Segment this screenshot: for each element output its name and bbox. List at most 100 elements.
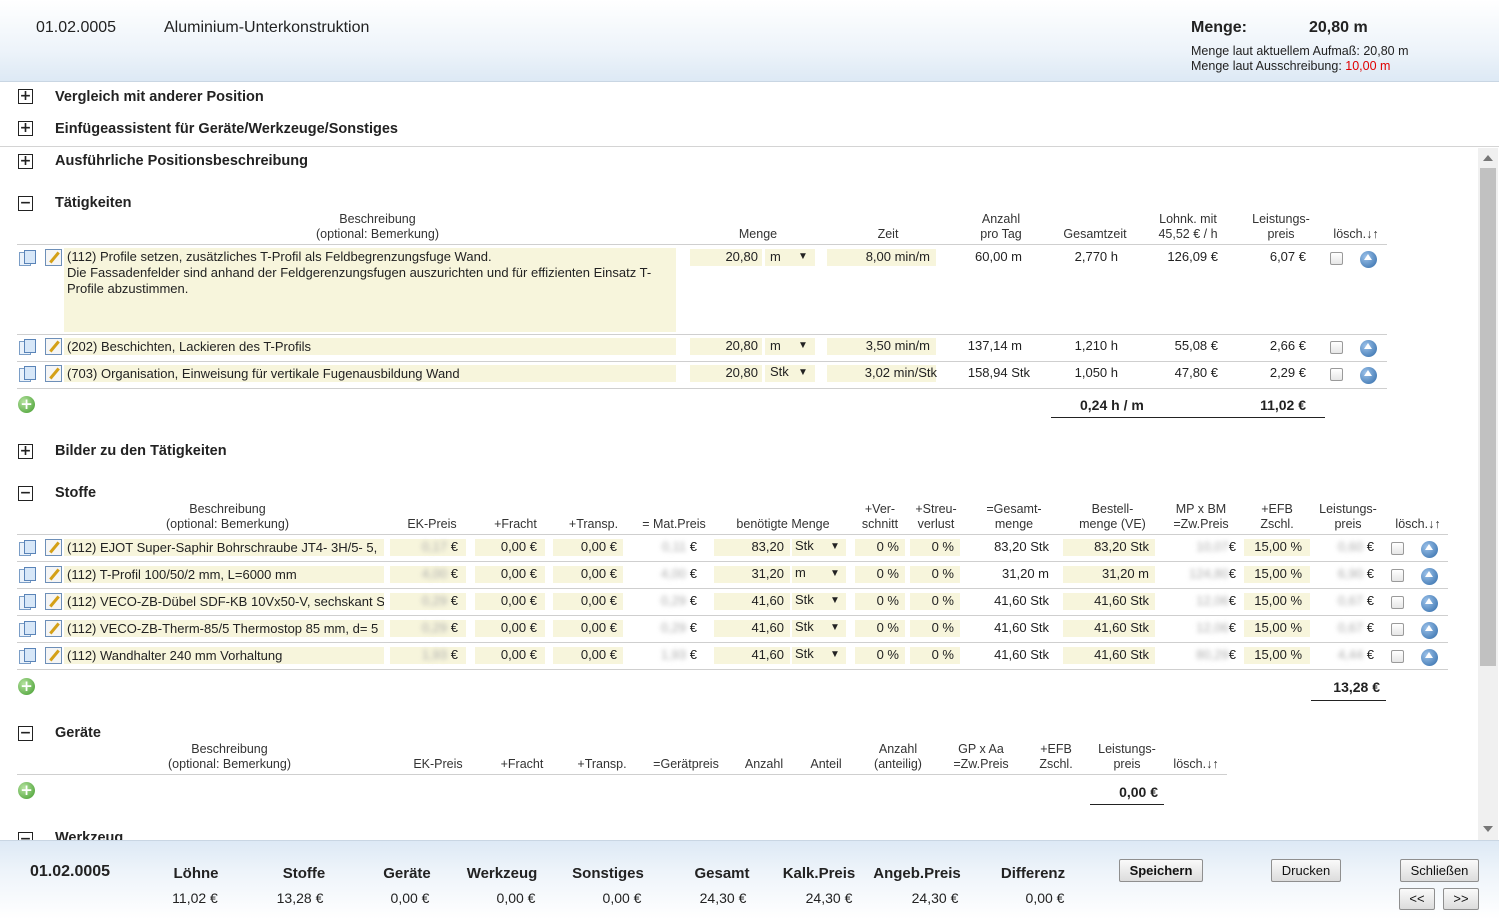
- copy-icon[interactable]: [18, 567, 36, 583]
- menge-value: 20,80 m: [1309, 19, 1368, 36]
- edit-icon[interactable]: [45, 338, 62, 355]
- delete-checkbox[interactable]: [1330, 252, 1343, 265]
- expand-toggle-vergleich[interactable]: +: [18, 89, 33, 104]
- chevron-down-icon[interactable]: ▼: [798, 367, 808, 378]
- expand-toggle-einfuege[interactable]: +: [18, 121, 33, 136]
- delete-checkbox[interactable]: [1330, 341, 1343, 354]
- position-title: Aluminium-Unterkonstruktion: [164, 19, 370, 36]
- section-title-bilder[interactable]: Bilder zu den Tätigkeiten: [55, 443, 227, 459]
- delete-checkbox[interactable]: [1391, 569, 1404, 582]
- section-vergleich[interactable]: + Vergleich mit anderer Position: [0, 82, 1499, 115]
- delete-checkbox[interactable]: [1391, 650, 1404, 663]
- leistungspreis-value: 2,66 €: [1269, 338, 1306, 353]
- col-header-fracht: +Fracht: [494, 517, 537, 531]
- stoff-desc-field[interactable]: (112) EJOT Super-Saphir Bohrschraube JT4…: [64, 539, 384, 556]
- section-einfuege[interactable]: + Einfügeassistent für Geräte/Werkzeuge/…: [0, 114, 1499, 147]
- add-stoff-icon[interactable]: +: [18, 678, 35, 695]
- streuverlust-value: 0 %: [931, 647, 954, 662]
- close-button[interactable]: Schließen: [1400, 859, 1479, 882]
- copy-icon[interactable]: [18, 621, 36, 637]
- print-button[interactable]: Drucken: [1271, 859, 1341, 882]
- move-up-icon[interactable]: [1421, 568, 1438, 585]
- col-header-mp-x-bm: MP x BM =Zw.Preis: [1173, 502, 1229, 531]
- edit-icon[interactable]: [45, 566, 62, 583]
- copy-icon[interactable]: [18, 366, 36, 382]
- col-header-loesch[interactable]: lösch.↓↑: [1328, 227, 1384, 242]
- move-up-icon[interactable]: [1360, 251, 1377, 268]
- section-title-ausfuehrlich[interactable]: Ausführliche Positionsbeschreibung: [55, 153, 308, 169]
- edit-icon[interactable]: [45, 647, 62, 664]
- fracht-value: 0,00 €: [500, 647, 537, 662]
- collapse-toggle-geraete[interactable]: −: [18, 726, 33, 741]
- taetigkeit-desc-field[interactable]: (202) Beschichten, Lackieren des T-Profi…: [64, 338, 676, 355]
- col-header-zeit: Zeit: [877, 227, 899, 241]
- content-scroll-area: + Ausführliche Positionsbeschreibung − T…: [0, 148, 1499, 840]
- delete-checkbox[interactable]: [1330, 368, 1343, 381]
- ausschreibung-value: 10,00 m: [1345, 59, 1391, 73]
- chevron-down-icon[interactable]: ▼: [830, 622, 840, 633]
- taetigkeit-desc-field[interactable]: (703) Organisation, Einweisung für verti…: [64, 365, 676, 382]
- collapse-toggle-stoffe[interactable]: −: [18, 486, 33, 501]
- gesamtmenge-value: 41,60 Stk: [994, 647, 1049, 662]
- collapse-toggle-werkzeug[interactable]: −: [18, 832, 33, 840]
- next-position-button[interactable]: >>: [1443, 888, 1479, 910]
- copy-icon[interactable]: [18, 540, 36, 556]
- move-up-icon[interactable]: [1360, 367, 1377, 384]
- expand-toggle-ausfuehrlich[interactable]: +: [18, 154, 33, 169]
- expand-toggle-bilder[interactable]: +: [18, 444, 33, 459]
- col-header-loesch[interactable]: lösch.↓↑: [1390, 517, 1446, 532]
- add-taetigkeit-icon[interactable]: +: [18, 396, 35, 413]
- scroll-down-icon[interactable]: [1483, 826, 1493, 832]
- edit-icon[interactable]: [45, 249, 62, 266]
- collapse-toggle-taetigkeiten[interactable]: −: [18, 196, 33, 211]
- edit-icon[interactable]: [45, 365, 62, 382]
- move-up-icon[interactable]: [1421, 622, 1438, 639]
- scroll-up-icon[interactable]: [1483, 155, 1493, 161]
- matpreis-value: 0,11 €: [661, 539, 697, 554]
- col-header-loesch[interactable]: lösch.↓↑: [1168, 757, 1224, 772]
- stoff-desc-field[interactable]: (112) VECO-ZB-Dübel SDF-KB 10Vx50-V, sec…: [64, 593, 384, 610]
- copy-icon[interactable]: [18, 250, 36, 266]
- taetigkeit-desc-field[interactable]: (112) Profile setzen, zusätzliches T-Pro…: [64, 248, 676, 332]
- gesamtzeit-value: 1,210 h: [1074, 338, 1118, 353]
- menge-value: 20,80: [725, 249, 758, 264]
- bestellmenge-value: 41,60 Stk: [1094, 647, 1149, 662]
- save-button[interactable]: Speichern: [1119, 859, 1203, 882]
- col-header-transp: +Transp.: [568, 517, 619, 531]
- chevron-down-icon[interactable]: ▼: [798, 340, 808, 351]
- add-geraet-icon[interactable]: +: [18, 782, 35, 799]
- leistungspreis-value: 6,90 €: [1337, 566, 1374, 581]
- stoff-desc-field[interactable]: (112) Wandhalter 240 mm Vorhaltung: [64, 647, 384, 664]
- section-title-werkzeug: Werkzeug: [55, 830, 124, 840]
- vertical-scrollbar[interactable]: [1478, 148, 1498, 840]
- delete-checkbox[interactable]: [1391, 596, 1404, 609]
- section-title-taetigkeiten: Tätigkeiten: [55, 195, 132, 211]
- previous-position-button[interactable]: <<: [1399, 888, 1435, 910]
- edit-icon[interactable]: [45, 620, 62, 637]
- footer-value-gesamt: 24,30 €: [699, 890, 747, 906]
- section-title-vergleich[interactable]: Vergleich mit anderer Position: [55, 89, 264, 105]
- chevron-down-icon[interactable]: ▼: [830, 649, 840, 660]
- delete-checkbox[interactable]: [1391, 542, 1404, 555]
- move-up-icon[interactable]: [1421, 649, 1438, 666]
- col-header-anteil: Anteil: [810, 757, 842, 771]
- chevron-down-icon[interactable]: ▼: [830, 568, 840, 579]
- move-up-icon[interactable]: [1360, 340, 1377, 357]
- chevron-down-icon[interactable]: ▼: [830, 595, 840, 606]
- copy-icon[interactable]: [18, 648, 36, 664]
- edit-icon[interactable]: [45, 593, 62, 610]
- stoff-desc-field[interactable]: (112) T-Profil 100/50/2 mm, L=6000 mm: [64, 566, 384, 583]
- copy-icon[interactable]: [18, 339, 36, 355]
- lohnk-value: 126,09 €: [1167, 249, 1218, 264]
- chevron-down-icon[interactable]: ▼: [798, 251, 808, 262]
- delete-checkbox[interactable]: [1391, 623, 1404, 636]
- scrollbar-thumb[interactable]: [1480, 168, 1496, 666]
- stoff-desc-field[interactable]: (112) VECO-ZB-Therm-85/5 Thermostop 85 m…: [64, 620, 384, 637]
- section-title-einfuege[interactable]: Einfügeassistent für Geräte/Werkzeuge/So…: [55, 121, 398, 137]
- chevron-down-icon[interactable]: ▼: [830, 541, 840, 552]
- move-up-icon[interactable]: [1421, 541, 1438, 558]
- footer-value-differenz: 0,00 €: [1025, 890, 1065, 906]
- move-up-icon[interactable]: [1421, 595, 1438, 612]
- copy-icon[interactable]: [18, 594, 36, 610]
- edit-icon[interactable]: [45, 539, 62, 556]
